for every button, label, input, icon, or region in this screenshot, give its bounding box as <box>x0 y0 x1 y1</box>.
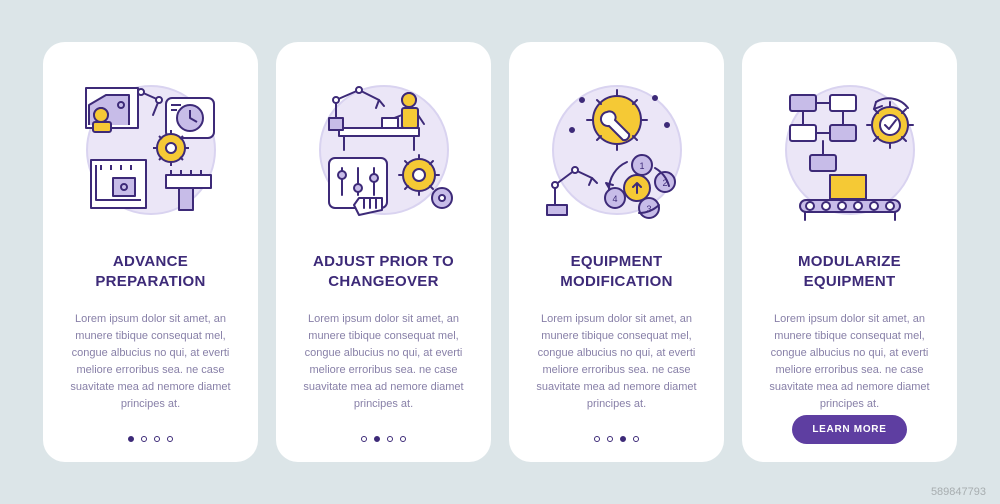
dot-3[interactable] <box>620 436 626 442</box>
svg-text:4: 4 <box>612 194 617 204</box>
dot-2[interactable] <box>607 436 613 442</box>
onboarding-card-2: Adjust Prior to Changeover Lorem ipsum d… <box>276 42 491 462</box>
dot-3[interactable] <box>387 436 393 442</box>
dot-1[interactable] <box>594 436 600 442</box>
card-description: Lorem ipsum dolor sit amet, an munere ti… <box>762 311 937 413</box>
card-title: Modularize Equipment <box>762 252 937 293</box>
card-title: Advance Preparation <box>63 252 238 293</box>
watermark: 589847793 <box>931 486 986 498</box>
learn-more-button[interactable]: LEARN MORE <box>792 415 906 444</box>
card-title: Equipment Modification <box>529 252 704 293</box>
illustration-equipment-modification: 1 2 3 4 <box>537 70 697 230</box>
dot-1[interactable] <box>128 436 134 442</box>
dot-4[interactable] <box>400 436 406 442</box>
illustration-modularize-equipment <box>770 70 930 230</box>
card-description: Lorem ipsum dolor sit amet, an munere ti… <box>529 311 704 413</box>
illustration-adjust-prior <box>304 70 464 230</box>
svg-text:1: 1 <box>639 161 644 171</box>
dot-4[interactable] <box>633 436 639 442</box>
pagination-dots <box>361 436 406 442</box>
dot-2[interactable] <box>374 436 380 442</box>
dot-3[interactable] <box>154 436 160 442</box>
dot-2[interactable] <box>141 436 147 442</box>
onboarding-card-1: Advance Preparation Lorem ipsum dolor si… <box>43 42 258 462</box>
illustration-advance-preparation <box>71 70 231 230</box>
pagination-dots <box>594 436 639 442</box>
onboarding-card-3: 1 2 3 4 Equipment Modification Lorem ips… <box>509 42 724 462</box>
card-title: Adjust Prior to Changeover <box>296 252 471 293</box>
dot-4[interactable] <box>167 436 173 442</box>
card-description: Lorem ipsum dolor sit amet, an munere ti… <box>63 311 238 413</box>
card-description: Lorem ipsum dolor sit amet, an munere ti… <box>296 311 471 413</box>
pagination-dots <box>128 436 173 442</box>
dot-1[interactable] <box>361 436 367 442</box>
onboarding-card-4: Modularize Equipment Lorem ipsum dolor s… <box>742 42 957 462</box>
